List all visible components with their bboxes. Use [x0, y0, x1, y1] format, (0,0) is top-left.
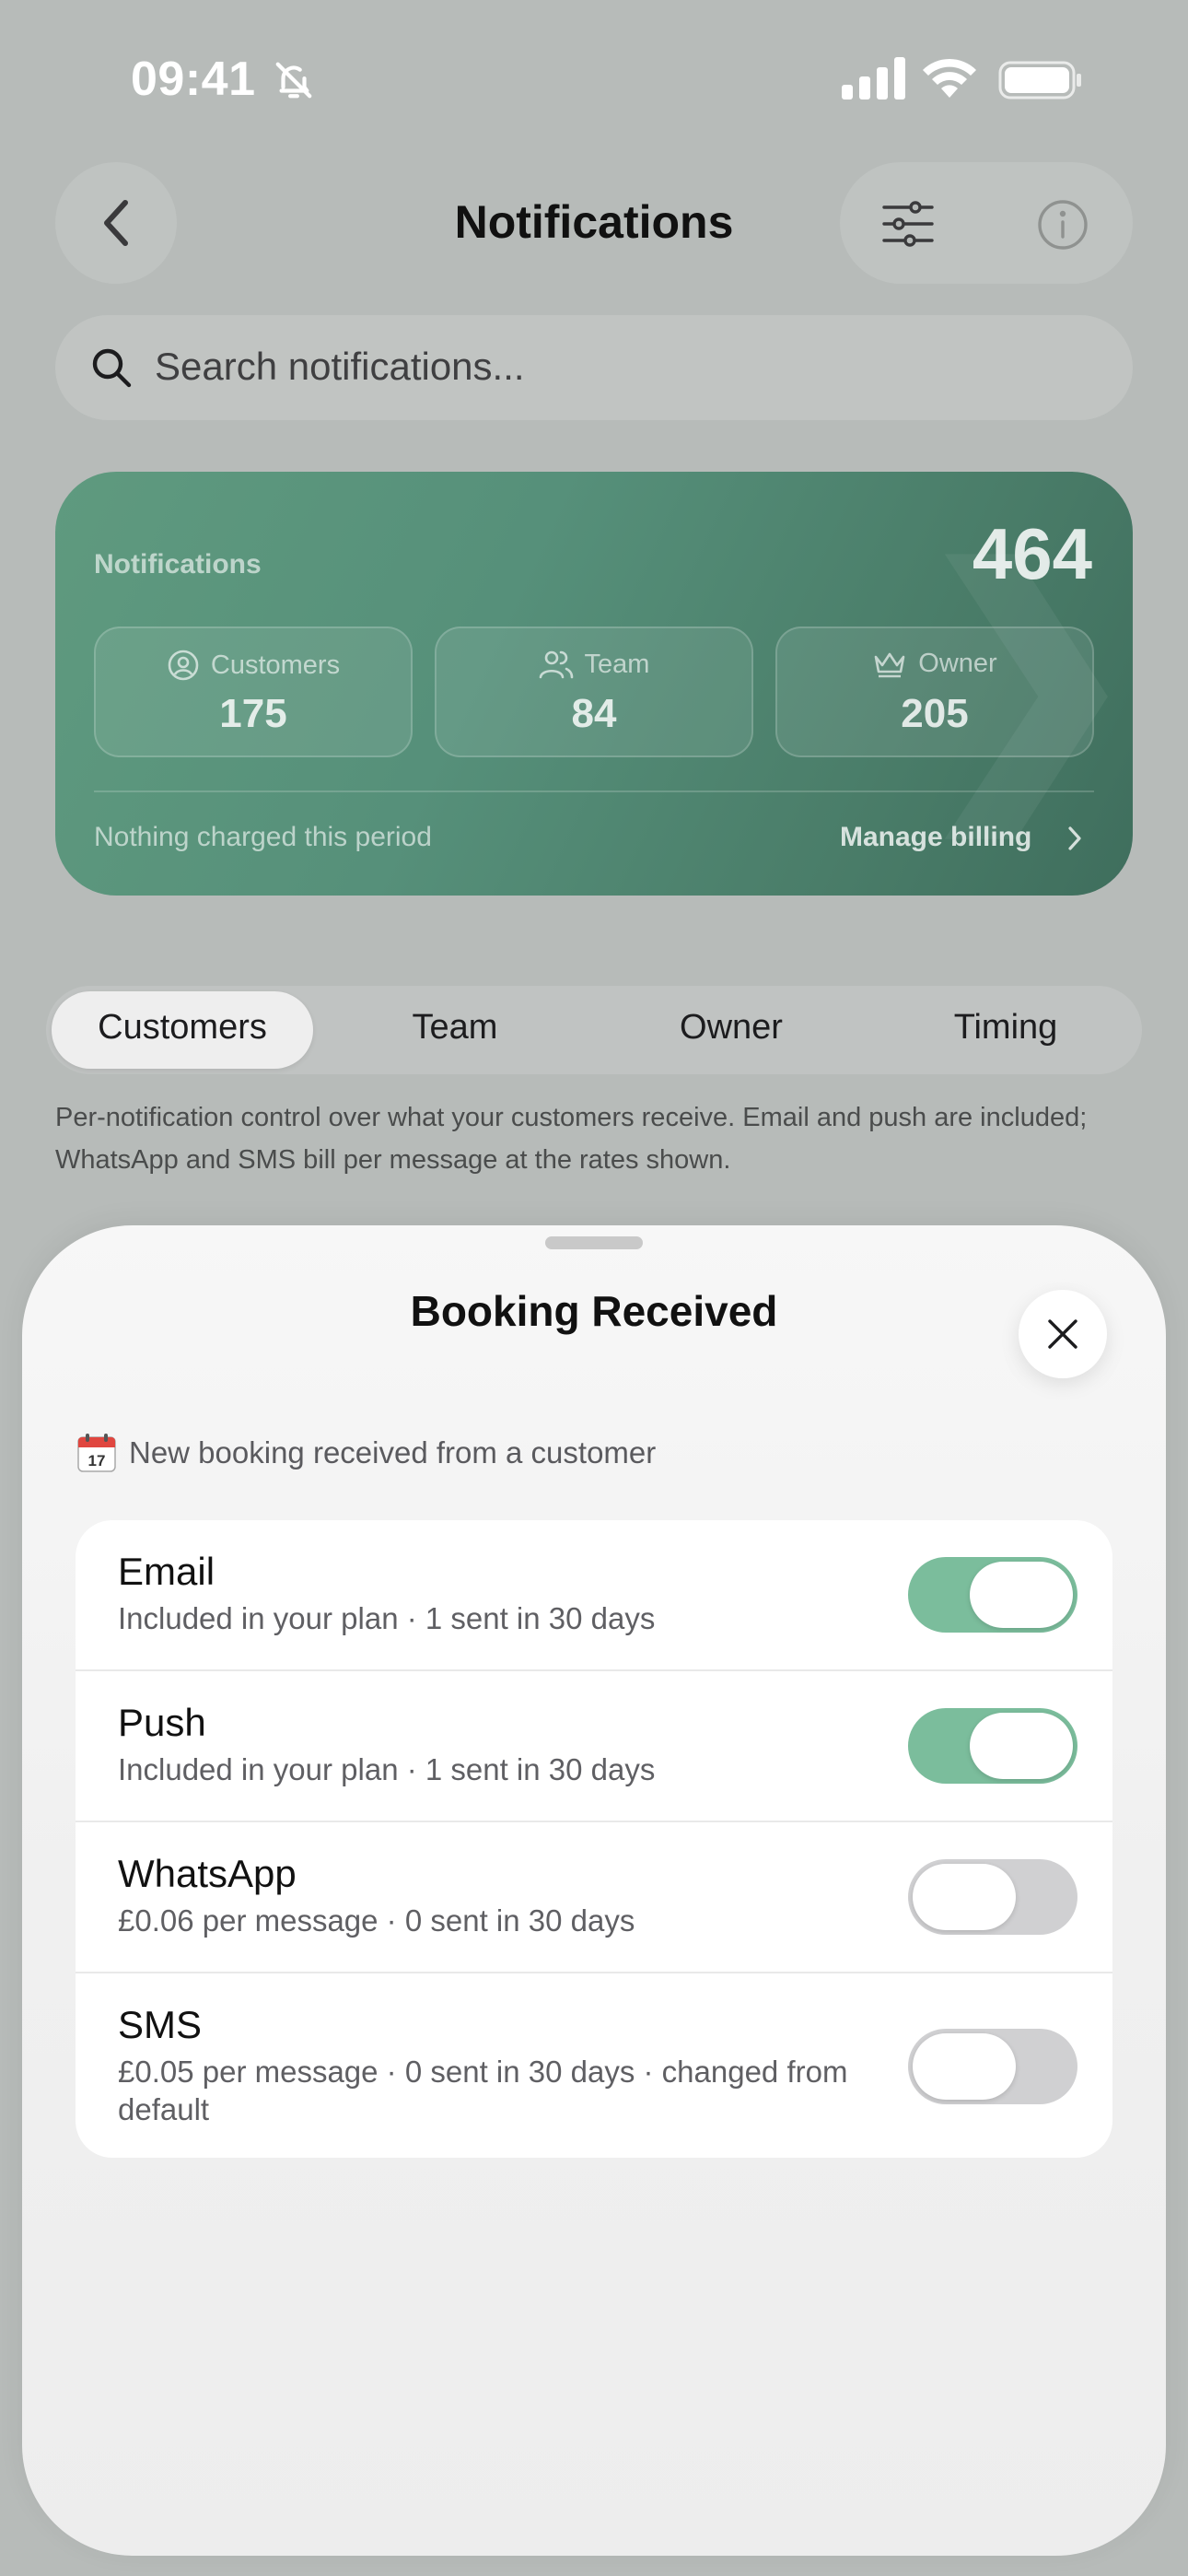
sheet-grabber[interactable]	[545, 1236, 643, 1249]
channel-list: Email Included in your plan · 1 sent in …	[76, 1520, 1112, 2158]
stat-customers[interactable]: Customers 175	[94, 626, 413, 757]
channel-row-push: Push Included in your plan · 1 sent in 3…	[76, 1671, 1112, 1821]
channel-subtitle: £0.05 per message · 0 sent in 30 days · …	[118, 2055, 848, 2126]
close-button[interactable]	[1019, 1290, 1107, 1378]
stat-label: Customers	[210, 650, 341, 680]
channel-subtitle: Included in your plan · 1 sent in 30 day…	[118, 1752, 656, 1786]
crown-icon	[874, 652, 905, 677]
stat-value: 175	[219, 691, 287, 736]
channel-title: WhatsApp	[118, 1852, 297, 1895]
stat-label: Team	[584, 649, 650, 679]
status-time: 09:41	[131, 53, 256, 106]
email-toggle[interactable]	[908, 1557, 1077, 1633]
stat-owner[interactable]: Owner 205	[775, 626, 1094, 757]
channel-title: SMS	[118, 2003, 203, 2046]
svg-text:17: 17	[88, 1452, 106, 1469]
user-circle-icon	[168, 650, 199, 681]
calendar-icon: 17	[77, 1434, 116, 1472]
tab-team[interactable]: Team	[326, 1008, 584, 1048]
wifi-icon	[923, 58, 976, 98]
close-icon	[1048, 1319, 1077, 1349]
stat-team[interactable]: Team 84	[435, 626, 753, 757]
users-icon	[539, 650, 573, 679]
battery-icon	[998, 61, 1081, 100]
push-toggle[interactable]	[908, 1708, 1077, 1784]
search-icon	[92, 348, 132, 388]
tab-owner[interactable]: Owner	[602, 1008, 860, 1048]
whatsapp-toggle[interactable]	[908, 1859, 1077, 1935]
toggle-knob	[970, 1713, 1073, 1779]
sms-toggle[interactable]	[908, 2029, 1077, 2104]
card-label: Notifications	[94, 549, 262, 580]
info-icon[interactable]	[1037, 199, 1089, 251]
billing-status: Nothing charged this period	[94, 822, 432, 852]
channel-row-email: Email Included in your plan · 1 sent in …	[76, 1520, 1112, 1669]
stat-value: 205	[901, 691, 969, 736]
tab-customers[interactable]: Customers	[52, 1008, 313, 1048]
filter-sliders-icon[interactable]	[880, 199, 936, 249]
tab-description: Per-notification control over what your …	[55, 1103, 1088, 1175]
toggle-knob	[913, 1864, 1016, 1930]
manage-billing-link[interactable]: Manage billing	[840, 822, 1031, 853]
toggle-knob	[970, 1562, 1073, 1628]
stat-label: Owner	[918, 649, 997, 678]
channel-subtitle: £0.06 per message · 0 sent in 30 days	[118, 1903, 635, 1938]
channel-row-sms: SMS £0.05 per message · 0 sent in 30 day…	[76, 1973, 1112, 2158]
bell-off-icon	[275, 62, 312, 99]
channel-subtitle: Included in your plan · 1 sent in 30 day…	[118, 1601, 656, 1635]
stat-value: 84	[571, 691, 617, 736]
sheet-subtitle: New booking received from a customer	[129, 1435, 657, 1469]
card-divider	[94, 790, 1094, 792]
toggle-knob	[913, 2033, 1016, 2100]
tab-timing[interactable]: Timing	[877, 1008, 1135, 1048]
channel-row-whatsapp: WhatsApp £0.06 per message · 0 sent in 3…	[76, 1822, 1112, 1972]
channel-title: Push	[118, 1701, 206, 1744]
card-total: 464	[972, 513, 1092, 594]
channel-title: Email	[118, 1550, 215, 1593]
sheet-title: Booking Received	[410, 1287, 778, 1335]
cellular-signal-icon	[842, 57, 905, 100]
chevron-right-icon	[1068, 826, 1081, 850]
search-placeholder: Search notifications...	[155, 345, 525, 388]
